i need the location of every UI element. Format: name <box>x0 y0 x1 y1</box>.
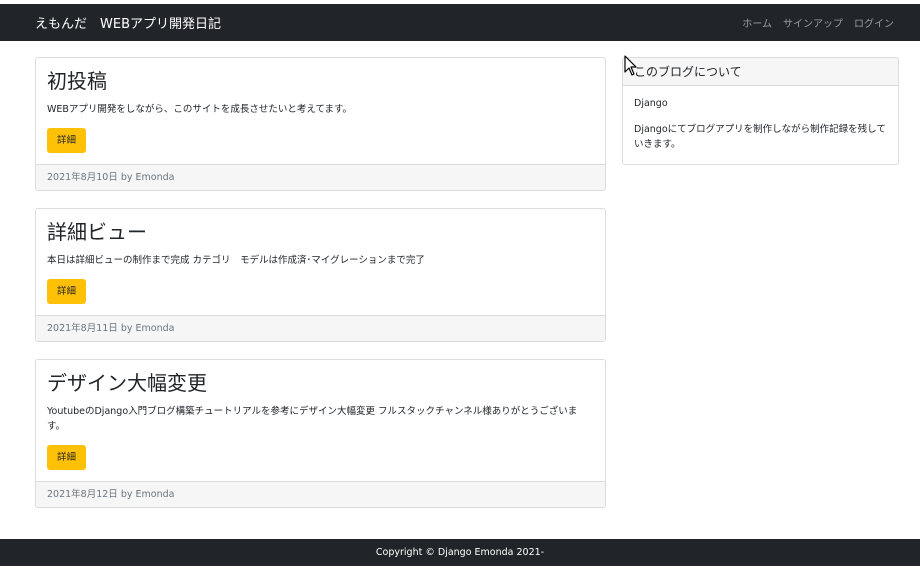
post-card-body: デザイン大幅変更 YoutubeのDjango入門ブログ構築チュートリアルを参考… <box>36 360 605 481</box>
post-card-body: 詳細ビュー 本日は詳細ビューの制作まで完成 カテゴリ モデルは作成済･マイグレー… <box>36 209 605 315</box>
nav-link-login[interactable]: ログイン <box>854 15 894 30</box>
post-title: 初投稿 <box>47 69 107 93</box>
post-text: YoutubeのDjango入門ブログ構築チュートリアルを参考にデザイン大幅変更… <box>47 406 578 432</box>
post-footer: 2021年8月11日 by Emonda <box>36 315 605 341</box>
page-footer: Copyright © Django Emonda 2021- <box>0 539 920 566</box>
post-list: 初投稿 WEBアプリ開発をしながら、このサイトを成長させたいと考えてます。 詳細… <box>35 57 606 525</box>
copyright-text: Copyright © Django Emonda 2021- <box>375 547 545 558</box>
nav-link-home[interactable]: ホーム <box>742 15 772 30</box>
post-title: 詳細ビュー <box>47 220 147 244</box>
navbar: えもんだ WEBアプリ開発日記 ホーム サインアップ ログイン <box>0 4 920 41</box>
about-card-header: このブログについて <box>623 58 898 86</box>
post-card: 初投稿 WEBアプリ開発をしながら、このサイトを成長させたいと考えてます。 詳細… <box>35 57 606 191</box>
detail-button[interactable]: 詳細 <box>47 279 86 304</box>
post-footer: 2021年8月12日 by Emonda <box>36 481 605 507</box>
post-title: デザイン大幅変更 <box>47 371 207 395</box>
post-footer: 2021年8月10日 by Emonda <box>36 164 605 190</box>
nav-link-signup[interactable]: サインアップ <box>783 15 843 30</box>
about-card-subtitle: Django <box>634 98 668 109</box>
post-card: デザイン大幅変更 YoutubeのDjango入門ブログ構築チュートリアルを参考… <box>35 359 606 508</box>
post-text: 本日は詳細ビューの制作まで完成 カテゴリ モデルは作成済･マイグレーションまで完… <box>47 255 425 266</box>
detail-button[interactable]: 詳細 <box>47 128 86 153</box>
nav-links: ホーム サインアップ ログイン <box>742 15 894 30</box>
post-text: WEBアプリ開発をしながら、このサイトを成長させたいと考えてます。 <box>47 104 353 115</box>
post-card-body: 初投稿 WEBアプリ開発をしながら、このサイトを成長させたいと考えてます。 詳細 <box>36 58 605 164</box>
sidebar: このブログについて Django Djangoにてブログアプリを制作しながら制作… <box>622 57 899 165</box>
detail-button[interactable]: 詳細 <box>47 445 86 470</box>
about-card: このブログについて Django Djangoにてブログアプリを制作しながら制作… <box>622 57 899 165</box>
about-card-text: Djangoにてブログアプリを制作しながら制作記録を残していきます。 <box>634 124 886 150</box>
post-card: 詳細ビュー 本日は詳細ビューの制作まで完成 カテゴリ モデルは作成済･マイグレー… <box>35 208 606 342</box>
about-card-body: Django Djangoにてブログアプリを制作しながら制作記録を残していきます… <box>623 86 898 164</box>
brand-link[interactable]: えもんだ WEBアプリ開発日記 <box>35 13 221 32</box>
